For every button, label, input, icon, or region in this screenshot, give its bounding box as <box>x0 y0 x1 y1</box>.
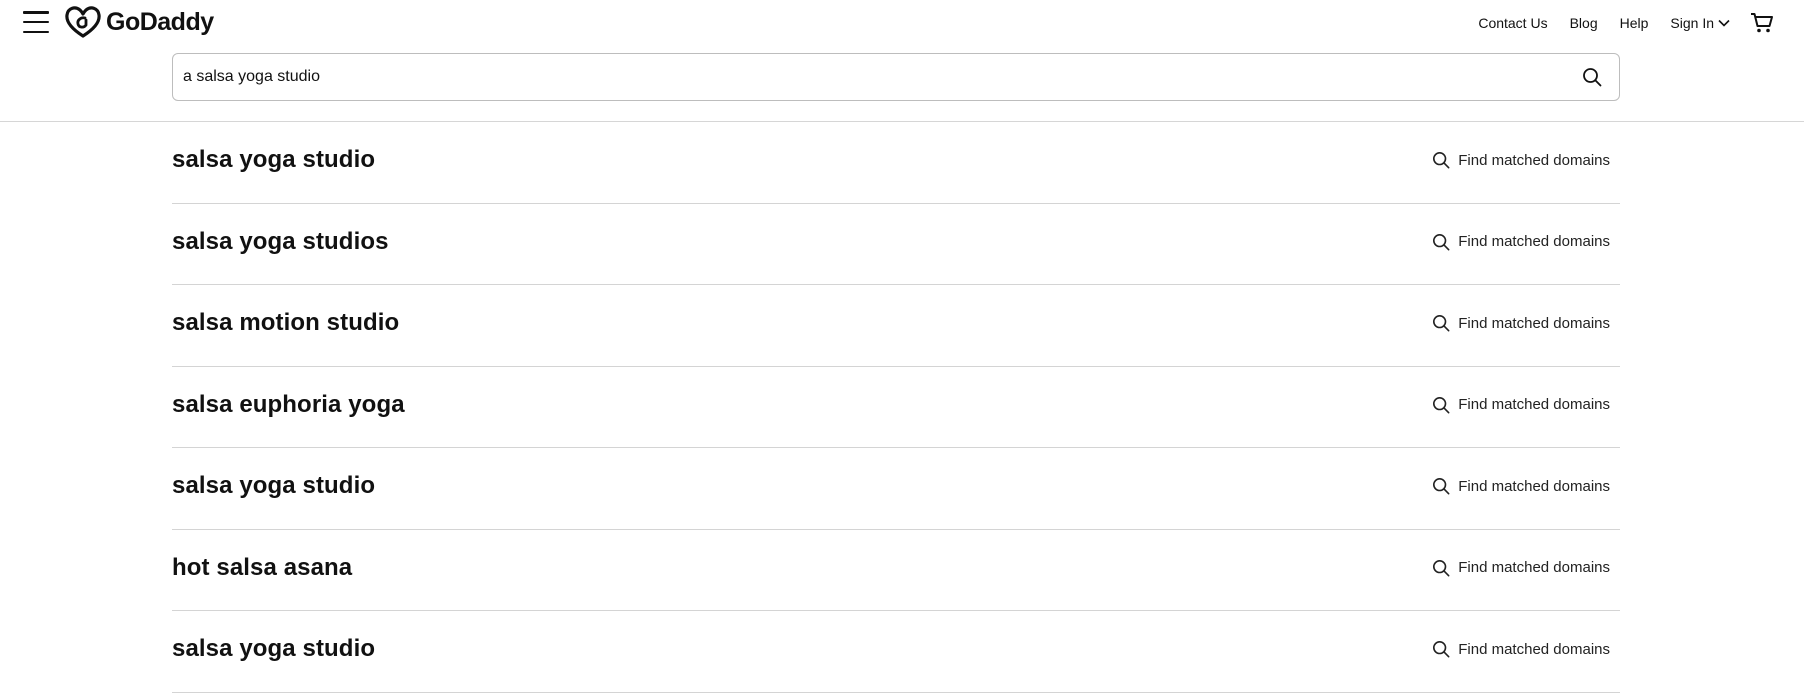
find-matched-domains-label: Find matched domains <box>1458 640 1610 658</box>
suggestion-row: hot salsa asana Find matched domains <box>172 530 1620 611</box>
suggestion-name[interactable]: salsa yoga studio <box>172 635 375 663</box>
menu-line <box>23 11 49 14</box>
find-matched-domains-link[interactable]: Find matched domains <box>1432 559 1610 577</box>
search-icon <box>1433 396 1450 414</box>
find-matched-domains-link[interactable]: Find matched domains <box>1432 314 1610 332</box>
suggestion-row: salsa euphoria yoga Find matched domains <box>172 367 1620 448</box>
suggestion-row: salsa yoga studios Find matched domains <box>172 204 1620 285</box>
suggestion-list: salsa yoga studio Find matched domains s… <box>172 122 1620 693</box>
search-icon <box>1433 152 1450 169</box>
search-icon <box>1433 641 1450 658</box>
search-icon <box>1433 478 1450 495</box>
sign-in-menu[interactable]: Sign In <box>1670 15 1730 31</box>
suggestion-row: salsa yoga studio Find matched domains <box>172 611 1620 693</box>
shopping-cart-icon[interactable] <box>1750 12 1774 34</box>
help-link[interactable]: Help <box>1620 15 1649 31</box>
find-matched-domains-link[interactable]: Find matched domains <box>1432 233 1610 251</box>
domain-search-box <box>172 53 1620 101</box>
find-matched-domains-link[interactable]: Find matched domains <box>1432 396 1610 414</box>
hamburger-menu-icon[interactable] <box>23 10 51 34</box>
domain-search-input[interactable] <box>173 54 1565 100</box>
contact-us-link[interactable]: Contact Us <box>1478 15 1547 31</box>
logo-text: GoDaddy <box>106 7 214 36</box>
menu-line <box>23 30 49 33</box>
find-matched-domains-label: Find matched domains <box>1458 477 1610 495</box>
suggestion-name[interactable]: salsa motion studio <box>172 309 399 337</box>
page: GoDaddy Contact Us Blog Help Sign In a s… <box>0 0 1804 693</box>
sign-in-label: Sign In <box>1670 15 1714 31</box>
top-nav: Contact Us Blog Help Sign In <box>1478 12 1774 34</box>
cart-glyph <box>1751 13 1773 33</box>
search-icon <box>1433 315 1450 332</box>
chevron-down-icon <box>1718 19 1730 27</box>
search-button[interactable] <box>1565 54 1619 100</box>
suggestion-name[interactable]: salsa yoga studios <box>172 228 389 256</box>
suggestion-name[interactable]: hot salsa asana <box>172 554 352 582</box>
find-matched-domains-label: Find matched domains <box>1458 396 1610 414</box>
godaddy-logo[interactable]: GoDaddy <box>64 4 214 40</box>
find-matched-domains-link[interactable]: Find matched domains <box>1432 477 1610 495</box>
blog-link[interactable]: Blog <box>1570 15 1598 31</box>
site-header: GoDaddy Contact Us Blog Help Sign In <box>0 0 1804 122</box>
godaddy-heart-logo-icon <box>65 6 101 38</box>
suggestion-row: salsa yoga studio Find matched domains <box>172 122 1620 204</box>
find-matched-domains-label: Find matched domains <box>1458 151 1610 169</box>
suggestion-name[interactable]: salsa yoga studio <box>172 146 375 174</box>
suggestion-name[interactable]: salsa euphoria yoga <box>172 391 405 419</box>
find-matched-domains-label: Find matched domains <box>1458 559 1610 577</box>
suggestion-row: salsa yoga studio Find matched domains <box>172 448 1620 530</box>
search-icon <box>1433 559 1450 577</box>
find-matched-domains-label: Find matched domains <box>1458 314 1610 332</box>
menu-line <box>23 20 49 24</box>
find-matched-domains-link[interactable]: Find matched domains <box>1432 151 1610 169</box>
find-matched-domains-label: Find matched domains <box>1458 233 1610 251</box>
suggestion-row: salsa motion studio Find matched domains <box>172 285 1620 367</box>
search-icon <box>1433 233 1450 251</box>
search-icon <box>1583 68 1602 87</box>
find-matched-domains-link[interactable]: Find matched domains <box>1432 640 1610 658</box>
suggestion-name[interactable]: salsa yoga studio <box>172 472 375 500</box>
